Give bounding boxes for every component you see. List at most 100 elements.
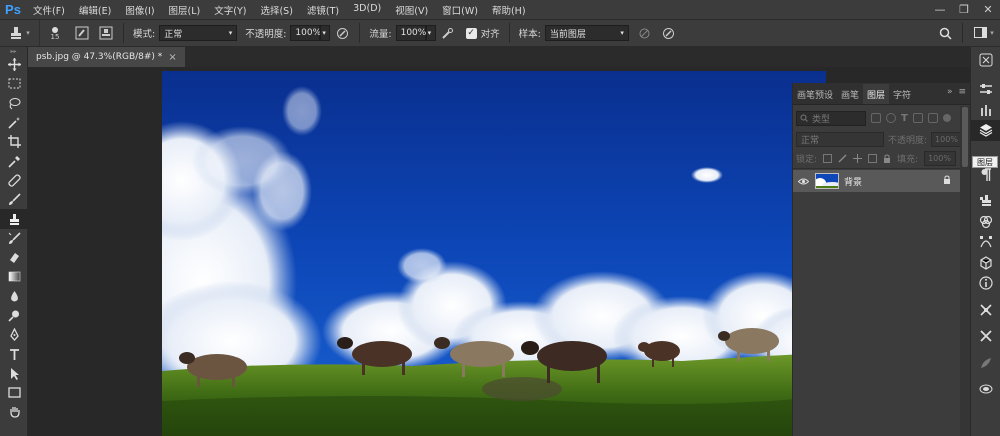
color-icon[interactable] (971, 212, 1000, 233)
flow-dropdown[interactable]: ▾ (425, 25, 436, 41)
marquee-tool-icon[interactable] (0, 74, 28, 93)
close-tab-icon[interactable]: × (168, 52, 176, 63)
hand-tool-icon[interactable] (0, 402, 28, 421)
filter-toggle-icon[interactable] (942, 114, 951, 122)
opacity-dropdown[interactable]: ▾ (320, 25, 331, 41)
menu-item[interactable]: 滤镜(T) (300, 3, 346, 17)
3d-icon[interactable] (971, 253, 1000, 274)
menu-item[interactable]: 文件(F) (26, 3, 72, 17)
clone-source-icon[interactable] (971, 191, 1000, 212)
styles-icon[interactable] (971, 379, 1000, 400)
brush-icon[interactable] (971, 353, 1000, 374)
menu-item[interactable]: 窗口(W) (435, 3, 485, 17)
move-tool-icon[interactable] (0, 55, 28, 74)
photoshop-logo[interactable]: Ps (0, 0, 26, 19)
panel-scrollbar[interactable] (960, 106, 970, 436)
brush-picker[interactable]: 15 (40, 25, 70, 41)
dodge-tool-icon[interactable] (0, 306, 28, 325)
panel-tab[interactable]: 画笔 (837, 84, 863, 104)
tool-presets-icon[interactable] (971, 300, 1000, 321)
menu-item[interactable]: 编辑(E) (72, 3, 118, 17)
visibility-eye-icon[interactable] (793, 178, 813, 185)
lock-artboard-icon[interactable] (868, 154, 878, 163)
brush-presets-icon[interactable] (971, 326, 1000, 347)
healing-brush-tool-icon[interactable] (0, 171, 28, 190)
type-filter-icon[interactable]: T (901, 113, 908, 124)
menu-item[interactable]: 选择(S) (253, 3, 299, 17)
magic-wand-tool-icon[interactable] (0, 113, 28, 132)
type-tool-icon[interactable] (0, 344, 28, 363)
menu-item[interactable]: 文字(Y) (207, 3, 253, 17)
panel-tab[interactable]: 字符 (889, 84, 915, 104)
layers-icon[interactable] (971, 120, 1000, 141)
workspace-switcher-icon[interactable]: ▾ (970, 23, 998, 43)
minimize-button[interactable]: — (928, 0, 952, 19)
pen-tool-icon[interactable] (0, 325, 28, 344)
document-image[interactable] (162, 71, 826, 436)
chevron-down-icon: ▾ (990, 29, 994, 37)
history-brush-tool-icon[interactable] (0, 229, 28, 248)
pressure-opacity-icon[interactable] (332, 23, 352, 43)
sample-select[interactable]: 当前图层 ▾ (544, 25, 629, 41)
layer-name[interactable]: 背景 (844, 175, 943, 188)
aligned-checkbox[interactable] (465, 27, 477, 39)
eyedropper-tool-icon[interactable] (0, 151, 28, 170)
layer-row[interactable]: 背景 (793, 170, 961, 192)
search-icon[interactable] (935, 23, 955, 43)
restore-button[interactable]: ❐ (952, 0, 976, 19)
paths-icon[interactable] (971, 232, 1000, 253)
panel-menu-icon[interactable]: ≡ (958, 87, 966, 97)
mode-select[interactable]: 正常 ▾ (159, 25, 238, 41)
libraries-icon[interactable] (971, 47, 1000, 73)
tool-preset-picker[interactable]: ▾ (0, 20, 40, 46)
ignore-adjustment-layers-icon[interactable] (635, 23, 655, 43)
menu-item[interactable]: 帮助(H) (485, 3, 533, 17)
document-tab[interactable]: psb.jpg @ 47.3%(RGB/8#) * × (28, 47, 185, 67)
fill-field[interactable]: 100% (924, 151, 957, 166)
adjustment-filter-icon[interactable] (886, 113, 896, 123)
brush-tool-icon[interactable] (0, 190, 28, 209)
aligned-label: 对齐 (480, 29, 500, 40)
panel-tab[interactable]: 画笔预设 (793, 84, 837, 104)
pressure-size-icon[interactable] (659, 23, 679, 43)
blur-tool-icon[interactable] (0, 287, 28, 306)
clone-source-panel-icon[interactable] (96, 23, 116, 43)
chevron-down-icon: ▾ (26, 29, 30, 37)
collapse-panel-icon[interactable]: » (947, 87, 953, 97)
lasso-tool-icon[interactable] (0, 94, 28, 113)
menu-item[interactable]: 3D(D) (346, 3, 388, 17)
flow-field[interactable]: 100% (395, 25, 426, 41)
airbrush-icon[interactable] (438, 23, 458, 43)
gradient-tool-icon[interactable] (0, 267, 28, 286)
layer-opacity-label: 不透明度: (888, 135, 928, 146)
filter-kind-select[interactable]: 类型 (796, 110, 866, 126)
sample-label: 样本: (518, 29, 541, 40)
crop-tool-icon[interactable] (0, 132, 28, 151)
menu-item[interactable]: 视图(V) (388, 3, 435, 17)
channels-icon[interactable] (971, 100, 1000, 121)
panel-tab[interactable]: 图层 (863, 84, 890, 104)
layers-panel: 画笔预设 画笔 图层 字符 » ≡ 类型 T 正常 不透明度: 100% 锁定: 填充… (792, 83, 970, 436)
pixel-filter-icon[interactable] (871, 113, 881, 123)
shape-tool-icon[interactable] (0, 383, 28, 402)
brush-panel-toggle-icon[interactable] (72, 23, 92, 43)
lock-pixels-icon[interactable] (838, 154, 847, 163)
lock-all-icon[interactable] (883, 154, 891, 163)
opacity-field[interactable]: 100% (290, 25, 321, 41)
adjustments-icon[interactable] (971, 79, 1000, 100)
lock-position-icon[interactable] (853, 154, 863, 163)
close-button[interactable]: ✕ (976, 0, 1000, 19)
smart-object-filter-icon[interactable] (927, 113, 938, 123)
path-selection-tool-icon[interactable] (0, 364, 28, 383)
shape-filter-icon[interactable] (912, 113, 923, 123)
toolbar-grip[interactable]: ▸▸ (0, 47, 27, 55)
info-icon[interactable] (971, 273, 1000, 294)
lock-transparent-icon[interactable] (823, 154, 833, 163)
layer-opacity-field[interactable]: 100% (931, 131, 964, 147)
menu-item[interactable]: 图像(I) (118, 3, 161, 17)
scrollbar-thumb[interactable] (962, 107, 968, 167)
eraser-tool-icon[interactable] (0, 248, 28, 267)
blend-mode-select[interactable]: 正常 (796, 131, 884, 147)
menu-item[interactable]: 图层(L) (162, 3, 208, 17)
clone-stamp-tool-icon[interactable] (0, 209, 28, 229)
